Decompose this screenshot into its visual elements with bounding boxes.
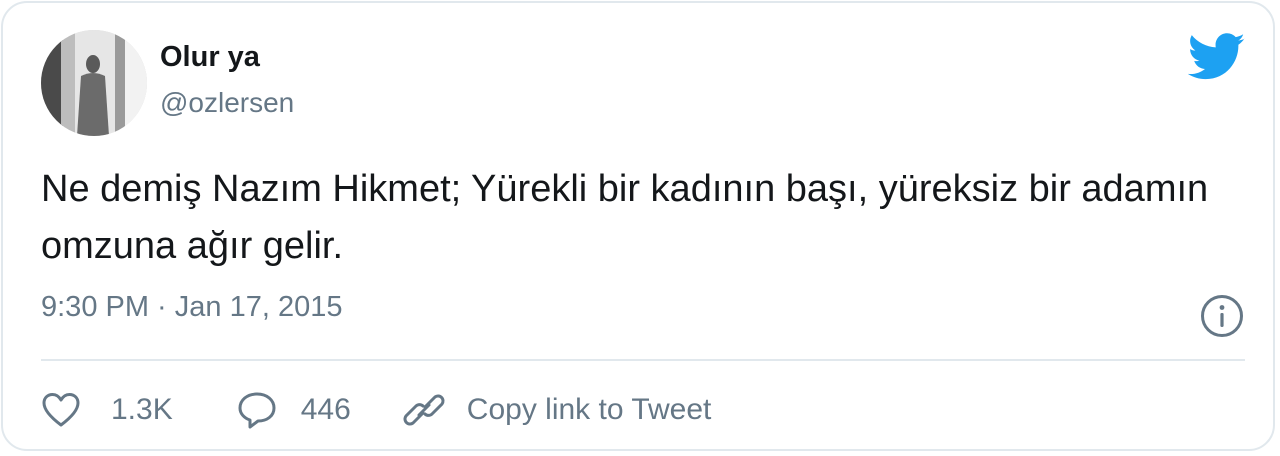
tweet-text: Ne demiş Nazım Hikmet; Yürekli bir kadın… [41,168,1209,267]
reply-button[interactable]: 446 [236,390,351,430]
divider [41,359,1245,361]
speech-bubble-icon [238,392,276,429]
info-icon[interactable] [1200,294,1244,338]
reply-count: 446 [300,393,351,426]
author-display-name[interactable]: Olur ya [160,41,260,74]
heart-icon [42,393,80,427]
author-handle[interactable]: @ozlersen [160,87,294,119]
like-button[interactable]: 1.3K [41,392,173,428]
tweet-timestamp[interactable]: 9:30 PM · Jan 17, 2015 [41,291,342,324]
avatar[interactable] [41,30,147,136]
copy-link-label: Copy link to Tweet [466,393,712,426]
tweet-card: Olur ya @ozlersen Ne demiş Nazım Hikmet;… [1,1,1275,451]
copy-link-button[interactable]: Copy link to Tweet [403,389,712,431]
action-bar: 1.3K 446 Copy link to Tweet [41,388,711,432]
twitter-bird-icon[interactable] [1187,33,1246,81]
link-icon [403,394,445,426]
like-count: 1.3K [111,393,173,426]
